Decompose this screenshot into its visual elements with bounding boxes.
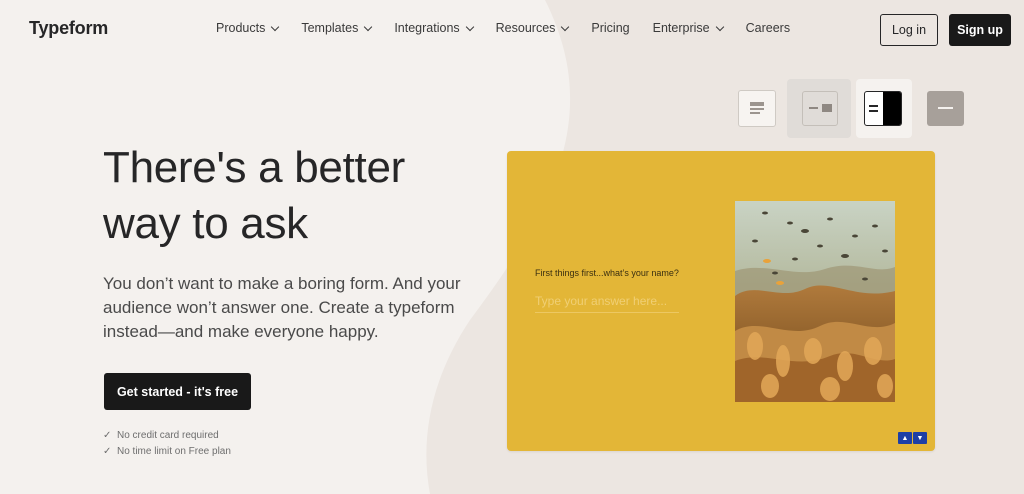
chevron-down-icon: [271, 22, 280, 31]
benefit-item: ✓ No credit card required: [103, 428, 231, 444]
get-started-button[interactable]: Get started - it's free: [104, 373, 251, 410]
nav-templates-label: Templates: [301, 21, 359, 35]
nav-integrations[interactable]: Integrations: [394, 21, 474, 35]
hero-subtitle: You don’t want to make a boring form. An…: [103, 274, 461, 341]
arrow-down-button[interactable]: ▼: [913, 432, 927, 444]
chevron-down-icon: [465, 22, 474, 31]
layout-wallpaper-option[interactable]: [927, 91, 964, 126]
nav-careers[interactable]: Careers: [746, 21, 790, 35]
coral-reef-image: [735, 201, 895, 402]
checkmark-icon: ✓: [103, 430, 112, 441]
layout-split-icon: [809, 104, 832, 112]
login-button[interactable]: Log in: [880, 14, 938, 46]
benefits-list: ✓ No credit card required ✓ No time limi…: [103, 428, 231, 460]
nav-templates[interactable]: Templates: [301, 21, 373, 35]
chevron-down-icon: [715, 22, 724, 31]
nav-products-label: Products: [216, 21, 266, 35]
nav-enterprise[interactable]: Enterprise: [652, 21, 724, 35]
nav-integrations-label: Integrations: [394, 21, 460, 35]
form-preview-card: First things first...what’s your name? T…: [507, 151, 935, 451]
layout-split-right-icon: [869, 92, 901, 125]
typeform-logo[interactable]: Typeform: [29, 18, 108, 39]
coral-reef-illustration: [735, 201, 895, 402]
nav-pricing-label: Pricing: [591, 21, 630, 35]
layout-stack-icon: [750, 102, 764, 114]
form-nav-arrows: ▲ ▼: [898, 432, 928, 444]
arrow-up-button[interactable]: ▲: [898, 432, 912, 444]
nav-enterprise-label: Enterprise: [652, 21, 710, 35]
main-menu: Products Templates Integrations Resource…: [216, 21, 813, 35]
layout-split-option[interactable]: [802, 91, 838, 126]
nav-products[interactable]: Products: [216, 21, 280, 35]
layout-wallpaper-icon: [938, 107, 953, 109]
signup-button[interactable]: Sign up: [949, 14, 1011, 46]
layout-stack-option[interactable]: [738, 90, 776, 127]
benefit-text: No time limit on Free plan: [117, 446, 231, 457]
checkmark-icon: ✓: [103, 446, 112, 457]
chevron-down-icon: [561, 22, 570, 31]
benefit-text: No credit card required: [117, 430, 219, 441]
nav-pricing[interactable]: Pricing: [591, 21, 629, 35]
nav-resources[interactable]: Resources: [495, 21, 570, 35]
layout-split-right-option[interactable]: [864, 91, 902, 126]
hero-title: There's a better way to ask: [103, 143, 405, 248]
nav-resources-label: Resources: [495, 21, 556, 35]
form-question: First things first...what’s your name?: [535, 268, 679, 278]
answer-input[interactable]: Type your answer here...: [535, 294, 679, 313]
top-navigation: Typeform Products Templates Integrations…: [0, 0, 1024, 60]
chevron-down-icon: [364, 22, 373, 31]
nav-careers-label: Careers: [745, 21, 791, 35]
benefit-item: ✓ No time limit on Free plan: [103, 444, 231, 460]
